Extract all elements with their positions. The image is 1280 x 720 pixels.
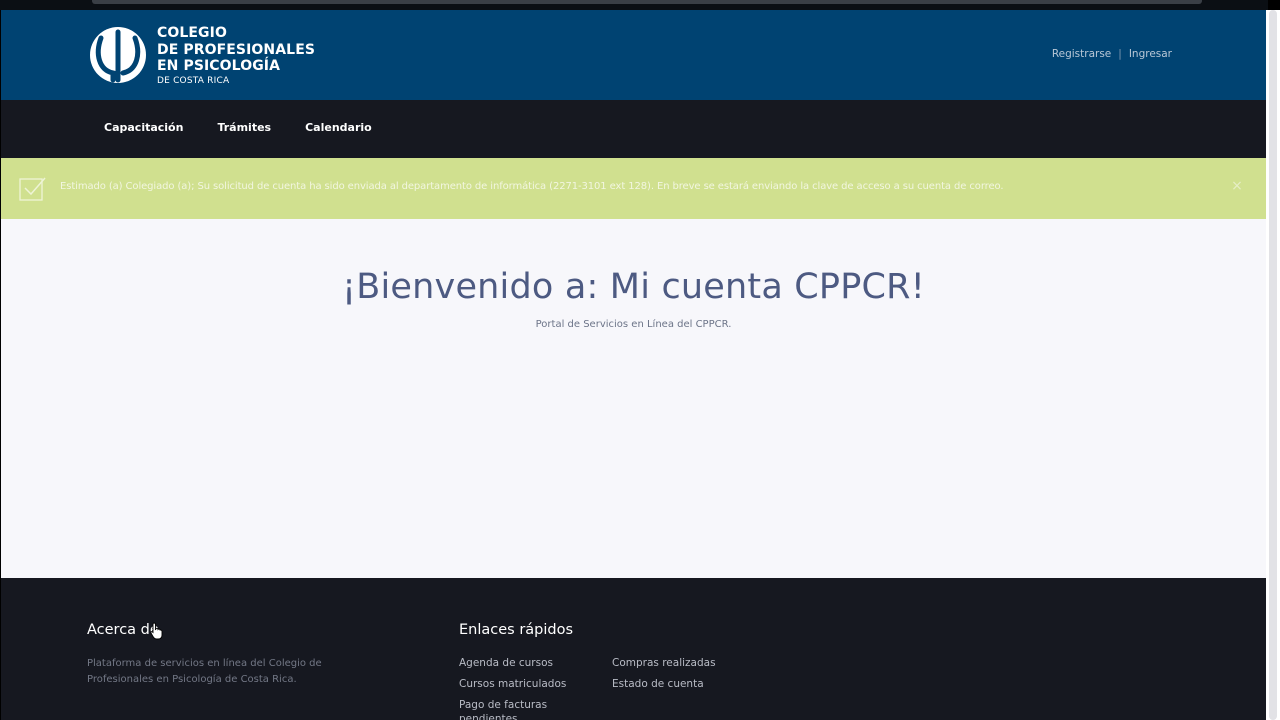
logo-text: COLEGIO DE PROFESIONALES EN PSICOLOGÍA D…	[157, 25, 315, 87]
nav-item-tramites[interactable]: Trámites	[217, 121, 271, 134]
footer-links-col-2: Compras realizadas Estado de cuenta	[612, 656, 762, 698]
footer-link-compras[interactable]: Compras realizadas	[612, 656, 762, 677]
browser-frame: COLEGIO DE PROFESIONALES EN PSICOLOGÍA D…	[0, 0, 1280, 720]
browser-top-strip	[0, 0, 1268, 10]
footer-link-cursos-matriculados[interactable]: Cursos matriculados	[459, 677, 589, 698]
alert-message: Estimado (a) Colegiado (a); Su solicitud…	[60, 181, 1004, 192]
site-footer: Acerca de Plataforma de servicios en lín…	[1, 578, 1266, 720]
hand-cursor-icon	[150, 622, 163, 640]
nav-item-calendario[interactable]: Calendario	[305, 121, 372, 134]
page: COLEGIO DE PROFESIONALES EN PSICOLOGÍA D…	[1, 10, 1266, 720]
scrollbar-thumb[interactable]	[1269, 10, 1277, 720]
footer-about-text: Plataforma de servicios en línea del Col…	[87, 658, 322, 685]
site-header: COLEGIO DE PROFESIONALES EN PSICOLOGÍA D…	[1, 10, 1266, 100]
auth-separator: |	[1118, 48, 1122, 60]
nav-item-capacitacion[interactable]: Capacitación	[104, 121, 183, 134]
footer-link-pago-facturas[interactable]: Pago de facturas pendientes	[459, 698, 589, 720]
login-link[interactable]: Ingresar	[1129, 48, 1172, 60]
browser-top-bar	[92, 0, 1202, 4]
psi-logo-icon	[90, 27, 146, 83]
footer-link-estado-cuenta[interactable]: Estado de cuenta	[612, 677, 762, 698]
footer-link-agenda[interactable]: Agenda de cursos	[459, 656, 589, 677]
page-subtitle: Portal de Servicios en Línea del CPPCR.	[535, 319, 732, 330]
footer-links-col-1: Agenda de cursos Cursos matriculados Pag…	[459, 656, 589, 720]
auth-links: Registrarse | Ingresar	[1052, 48, 1172, 60]
success-alert: Estimado (a) Colegiado (a); Su solicitud…	[1, 158, 1266, 219]
close-icon[interactable]: ×	[1229, 178, 1245, 198]
footer-about-heading: Acerca de	[87, 622, 159, 638]
logo-line-1: COLEGIO	[157, 25, 227, 41]
register-link[interactable]: Registrarse	[1052, 48, 1111, 60]
nav-items: Capacitación Trámites Calendario	[104, 121, 406, 134]
logo-line-3: EN PSICOLOGÍA	[157, 58, 281, 74]
logo[interactable]: COLEGIO DE PROFESIONALES EN PSICOLOGÍA D…	[89, 24, 319, 86]
footer-links-heading: Enlaces rápidos	[459, 622, 574, 638]
check-square-icon	[19, 177, 46, 201]
logo-line-2: DE PROFESIONALES	[157, 41, 316, 58]
scrollbar[interactable]	[1266, 10, 1280, 720]
page-title: ¡Bienvenido a: Mi cuenta CPPCR!	[342, 267, 925, 307]
main-nav: Capacitación Trámites Calendario	[1, 100, 1266, 158]
logo-subline: DE COSTA RICA	[157, 75, 230, 86]
